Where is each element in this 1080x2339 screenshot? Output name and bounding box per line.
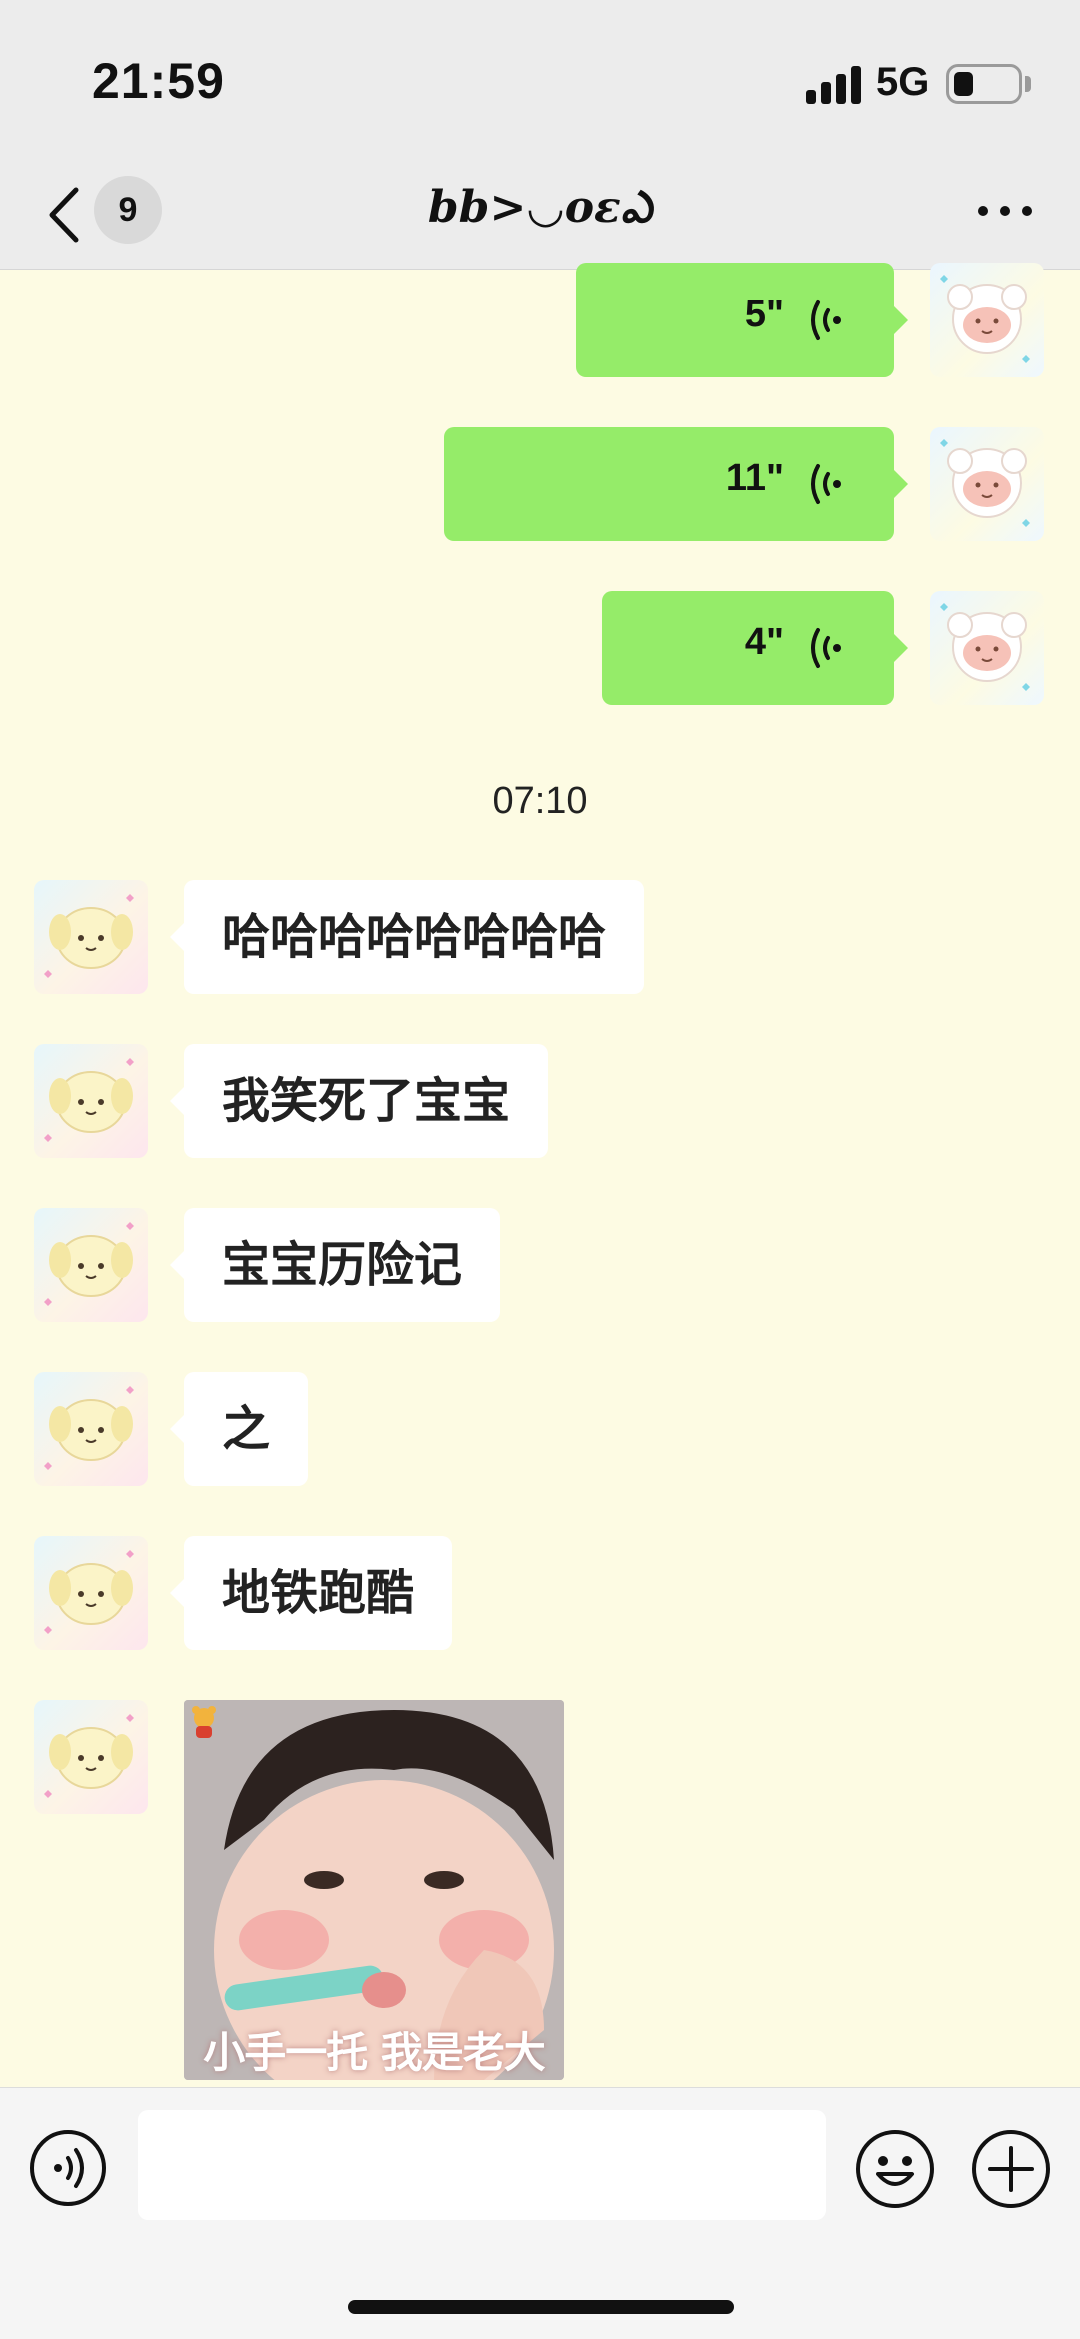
status-bar: 21:59 5G [0, 0, 1080, 160]
puppy-avatar-icon [44, 1550, 134, 1634]
voice-message[interactable]: 5" [576, 263, 908, 377]
contact-avatar[interactable] [34, 1372, 148, 1486]
contact-avatar[interactable] [34, 1208, 148, 1322]
voice-message[interactable]: 11" [444, 427, 908, 541]
unread-count-badge[interactable]: 9 [94, 176, 162, 244]
sheep-avatar-icon [940, 275, 1030, 363]
puppy-avatar-icon [44, 1714, 134, 1798]
contact-avatar[interactable] [34, 1044, 148, 1158]
voice-mode-icon [30, 2130, 106, 2206]
voice-duration: 5" [744, 293, 784, 335]
status-time: 21:59 [92, 53, 225, 109]
puppy-avatar-icon [44, 894, 134, 978]
voice-message[interactable]: 4" [602, 591, 908, 705]
contact-avatar[interactable] [34, 880, 148, 994]
my-avatar[interactable] [930, 263, 1044, 377]
back-button[interactable] [40, 180, 90, 250]
nav-bar: 9 bb>◡oεఎ [0, 160, 1080, 270]
text-message[interactable]: 我笑死了宝宝 [169, 1044, 549, 1158]
chevron-left-icon [49, 187, 79, 243]
puppy-avatar-icon [44, 1386, 134, 1470]
text-message[interactable]: 宝宝历险记 [169, 1208, 501, 1322]
voice-wave-icon [811, 628, 841, 668]
sheep-avatar-icon [940, 439, 1030, 527]
voice-duration: 4" [744, 621, 784, 663]
text-message[interactable]: 哈哈哈哈哈哈哈哈 [169, 880, 645, 994]
puppy-avatar-icon [44, 1058, 134, 1142]
signal-icon [806, 66, 862, 104]
voice-wave-icon [811, 464, 841, 504]
bear-sticker-icon [192, 1706, 216, 1738]
contact-avatar[interactable] [34, 1536, 148, 1650]
chat-title: bb>◡oεఎ [427, 182, 653, 233]
my-avatar[interactable] [930, 591, 1044, 705]
my-avatar[interactable] [930, 427, 1044, 541]
battery-icon [946, 64, 1022, 104]
plus-icon [972, 2130, 1050, 2208]
network-label: 5G [876, 60, 930, 104]
message-input[interactable] [138, 2110, 826, 2220]
emoji-button[interactable] [854, 2128, 936, 2210]
image-caption: 小手一托 我是老大 [203, 2028, 546, 2077]
sheep-avatar-icon [940, 603, 1030, 691]
voice-mode-button[interactable] [28, 2128, 108, 2208]
more-functions-button[interactable] [970, 2128, 1052, 2210]
message-timestamp: 07:10 [492, 780, 588, 822]
voice-duration: 11" [725, 457, 784, 499]
voice-wave-icon [811, 300, 841, 340]
contact-avatar[interactable] [34, 1700, 148, 1814]
emoji-icon [856, 2130, 934, 2208]
image-message[interactable]: 小手一托 我是老大 [184, 1700, 564, 2080]
battery-level [954, 72, 973, 96]
puppy-avatar-icon [44, 1222, 134, 1306]
text-message[interactable]: 地铁跑酷 [169, 1536, 453, 1650]
battery-cap [1025, 76, 1031, 92]
text-message[interactable]: 之 [169, 1372, 309, 1486]
more-dots-icon [978, 206, 988, 216]
home-indicator[interactable] [348, 2300, 734, 2314]
more-button[interactable] [970, 190, 1040, 230]
